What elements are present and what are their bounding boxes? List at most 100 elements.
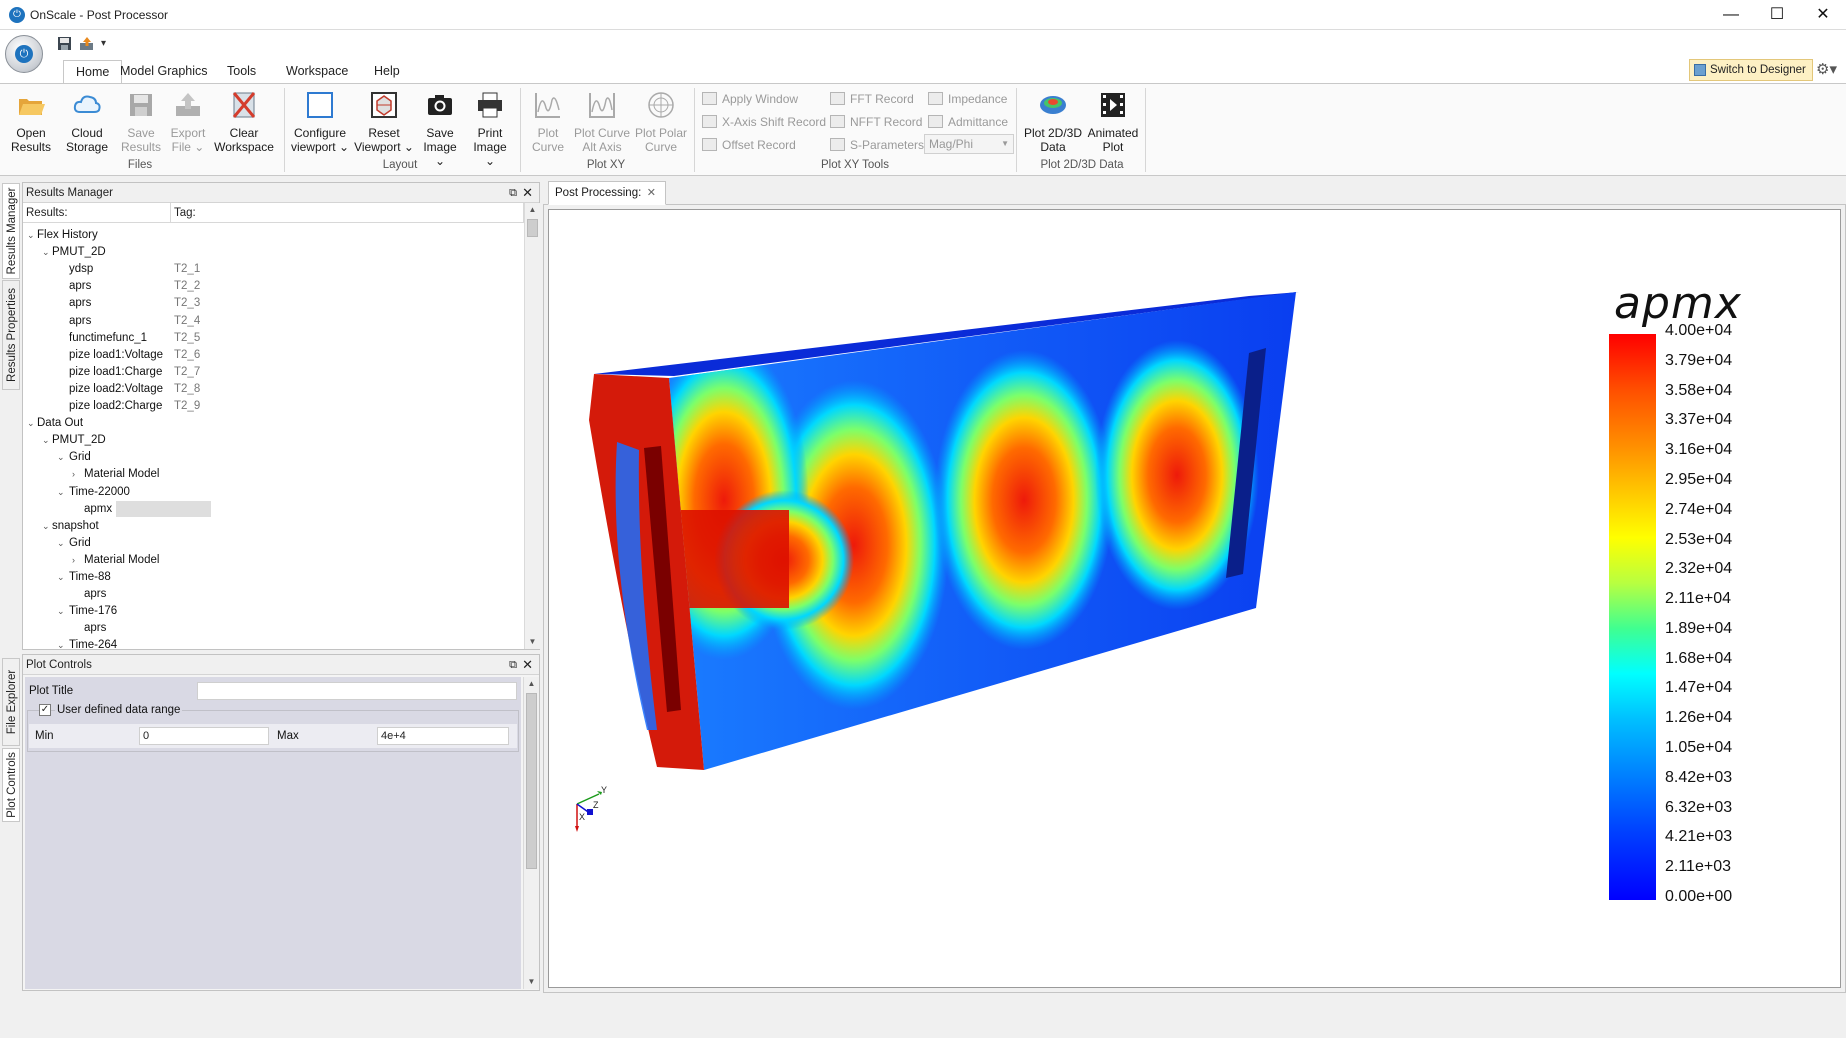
tab-workspace[interactable]: Workspace — [274, 60, 360, 84]
scroll-up-icon[interactable]: ▲ — [525, 203, 540, 217]
tree-item[interactable]: Time-264 — [69, 637, 117, 654]
user-range-checkbox[interactable]: ✓ — [39, 704, 51, 716]
tree-item[interactable]: Time-176 — [69, 603, 117, 620]
maximize-button[interactable]: ☐ — [1754, 0, 1800, 30]
tree-item[interactable]: Flex History — [37, 227, 98, 244]
column-header-results[interactable]: Results: — [23, 203, 171, 223]
chevron-down-icon[interactable]: ⌄ — [27, 227, 35, 244]
close-button[interactable]: ✕ — [1800, 0, 1846, 30]
chevron-down-icon[interactable]: ⌄ — [27, 415, 35, 432]
tab-help[interactable]: Help — [362, 60, 412, 84]
tree-item[interactable]: Data Out — [37, 415, 83, 432]
animated-plot-button[interactable]: Animated Plot — [1086, 90, 1140, 154]
tree-item[interactable]: aprs — [69, 295, 91, 312]
export-icon[interactable] — [79, 36, 95, 54]
scroll-down-icon[interactable]: ▼ — [525, 635, 540, 649]
minimize-button[interactable]: — — [1708, 0, 1754, 30]
close-panel-icon[interactable]: ✕ — [522, 183, 533, 203]
chevron-down-icon[interactable]: ⌄ — [42, 518, 50, 535]
chevron-right-icon[interactable]: › — [72, 552, 75, 569]
chevron-down-icon[interactable]: ⌄ — [42, 432, 50, 449]
application-menu-button[interactable]: ⏻ — [5, 35, 43, 73]
s-parameters-label: S-Parameters — [850, 138, 925, 152]
close-tab-icon[interactable]: ✕ — [647, 182, 656, 204]
scroll-up-icon[interactable]: ▲ — [524, 677, 539, 691]
float-panel-icon[interactable]: ⧉ — [509, 655, 517, 675]
impedance-button[interactable]: Impedance — [928, 91, 1007, 107]
chevron-down-icon[interactable]: ⌄ — [42, 244, 50, 261]
tree-item[interactable]: aprs — [69, 313, 91, 330]
chevron-down-icon[interactable]: ⌄ — [57, 449, 65, 466]
chevron-down-icon[interactable]: ⌄ — [57, 535, 65, 552]
offset-record-button[interactable]: Offset Record — [702, 137, 796, 153]
plot-polar-curve-button[interactable]: Plot Polar Curve — [632, 90, 690, 154]
side-tab-plot-controls[interactable]: Plot Controls — [2, 748, 20, 822]
plot-curve-alt-axis-button[interactable]: Plot Curve Alt Axis — [572, 90, 632, 154]
apply-window-button[interactable]: Apply Window — [702, 91, 798, 107]
s-parameters-button[interactable]: S-Parameters — [830, 137, 924, 153]
tree-item[interactable]: aprs — [84, 620, 106, 637]
side-tab-results-properties[interactable]: Results Properties — [2, 280, 20, 390]
max-input[interactable] — [377, 727, 509, 745]
tab-tools[interactable]: Tools — [215, 60, 268, 84]
export-file-button[interactable]: Export File ⌄ — [163, 90, 213, 154]
nfft-record-button[interactable]: NFFT Record — [830, 114, 922, 130]
gear-icon[interactable]: ⚙▾ — [1816, 60, 1837, 78]
results-scrollbar[interactable]: ▲ ▼ — [524, 203, 540, 649]
tab-post-processing[interactable]: Post Processing: ✕ — [548, 181, 666, 205]
qat-dropdown-icon[interactable]: ▾ — [101, 38, 106, 49]
tab-model-graphics[interactable]: Model Graphics — [108, 60, 220, 84]
tree-item[interactable]: Material Model — [84, 466, 159, 483]
close-panel-icon[interactable]: ✕ — [522, 655, 533, 675]
open-results-label-2: Results — [10, 140, 51, 154]
plot-curve-button[interactable]: Plot Curve — [526, 90, 570, 154]
column-header-tag[interactable]: Tag: — [171, 203, 524, 223]
tree-item[interactable]: Time-88 — [69, 569, 111, 586]
tree-item[interactable]: pize load2:Charge — [69, 398, 162, 415]
tree-item[interactable]: pize load1:Charge — [69, 364, 162, 381]
float-panel-icon[interactable]: ⧉ — [509, 183, 517, 203]
clear-workspace-button[interactable]: Clear Workspace — [212, 90, 276, 154]
scroll-down-icon[interactable]: ▼ — [524, 975, 539, 989]
chevron-down-icon[interactable]: ⌄ — [57, 603, 65, 620]
scroll-thumb[interactable] — [527, 219, 538, 237]
plot-title-input[interactable] — [197, 682, 517, 700]
tree-item[interactable]: Grid — [69, 449, 91, 466]
save-icon[interactable] — [57, 36, 72, 54]
tree-item[interactable]: Time-22000 — [69, 484, 130, 501]
animated-plot-label-2: Plot — [1102, 140, 1124, 154]
mag-phi-select[interactable]: Mag/Phi ▼ — [924, 134, 1014, 154]
admittance-button[interactable]: Admittance — [928, 114, 1008, 130]
scroll-thumb[interactable] — [526, 693, 537, 869]
tree-item[interactable]: pize load1:Voltage — [69, 347, 163, 364]
save-image-button[interactable]: Save Image ⌄ — [418, 90, 462, 168]
tree-item[interactable]: apmx — [84, 501, 112, 518]
tree-item[interactable]: snapshot — [52, 518, 99, 535]
chevron-down-icon[interactable]: ⌄ — [57, 569, 65, 586]
chevron-right-icon[interactable]: › — [72, 466, 75, 483]
plot-2d3d-data-button[interactable]: Plot 2D/3D Data — [1022, 90, 1084, 154]
x-axis-shift-button[interactable]: X-Axis Shift Record — [702, 114, 826, 130]
tree-item[interactable]: PMUT_2D — [52, 244, 106, 261]
tree-item[interactable]: Grid — [69, 535, 91, 552]
tree-item[interactable]: aprs — [84, 586, 106, 603]
switch-to-designer-button[interactable]: Switch to Designer — [1689, 59, 1813, 81]
configure-viewport-button[interactable]: Configure viewport ⌄ — [290, 90, 350, 154]
side-tab-results-manager[interactable]: Results Manager — [2, 183, 20, 279]
tree-item[interactable]: Material Model — [84, 552, 159, 569]
save-results-button[interactable]: Save Results — [116, 90, 166, 154]
print-image-button[interactable]: Print Image ⌄ — [468, 90, 512, 168]
fft-record-button[interactable]: FFT Record — [830, 91, 914, 107]
tree-item[interactable]: ydsp — [69, 261, 93, 278]
tree-item[interactable]: pize load2:Voltage — [69, 381, 163, 398]
tree-item[interactable]: aprs — [69, 278, 91, 295]
cloud-storage-button[interactable]: Cloud Storage — [62, 90, 112, 154]
reset-viewport-button[interactable]: Reset Viewport ⌄ — [354, 90, 414, 154]
tree-item[interactable]: functimefunc_1 — [69, 330, 147, 347]
min-input[interactable] — [139, 727, 269, 745]
plot-controls-scrollbar[interactable]: ▲ ▼ — [523, 677, 539, 989]
chevron-down-icon[interactable]: ⌄ — [57, 484, 65, 501]
tree-item[interactable]: PMUT_2D — [52, 432, 106, 449]
open-results-button[interactable]: Open Results — [6, 90, 56, 154]
chevron-down-icon[interactable]: ⌄ — [57, 637, 65, 654]
